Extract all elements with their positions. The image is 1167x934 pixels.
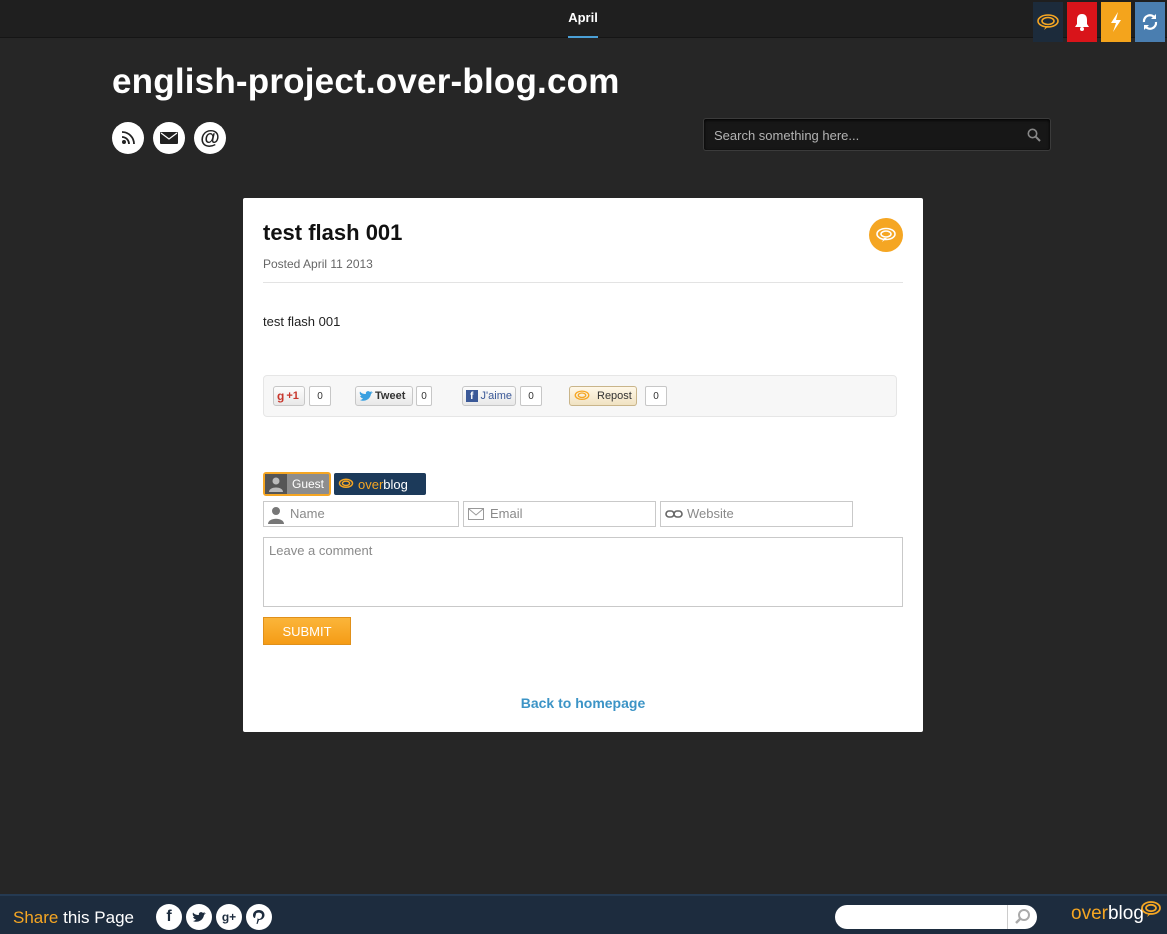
gplus-label: +1: [286, 390, 299, 402]
overblog-label-blog: blog: [383, 476, 408, 492]
at-button[interactable]: @: [194, 122, 226, 154]
twitter-icon: [359, 390, 373, 401]
search-input[interactable]: [714, 126, 1014, 144]
tweet-count: 0: [416, 386, 432, 406]
at-icon: @: [200, 127, 220, 149]
sync-icon: [1142, 14, 1158, 30]
gplus-icon: g+: [221, 910, 237, 924]
email-field: [463, 501, 656, 527]
facebook-like-label: J'aime: [480, 390, 512, 402]
post-body: test flash 001: [263, 314, 341, 329]
facebook-icon: f: [166, 908, 172, 925]
footer-search-input[interactable]: [845, 909, 1005, 923]
gplus-icon: g: [277, 389, 285, 403]
nav-item-april[interactable]: April: [568, 0, 598, 38]
logo-over: over: [1071, 903, 1108, 924]
overblog-icon: [1141, 901, 1161, 917]
submit-button[interactable]: SUBMIT: [263, 617, 351, 645]
footer-twitter-button[interactable]: [186, 904, 212, 930]
gplus-count: 0: [309, 386, 331, 406]
repost-label: Repost: [597, 390, 632, 402]
website-field: [660, 501, 853, 527]
facebook-like-button[interactable]: f J'aime: [462, 386, 516, 406]
top-nav: April: [0, 0, 1167, 42]
facebook-icon: f: [466, 390, 478, 402]
comment-textarea[interactable]: [263, 537, 903, 607]
rss-icon: [121, 131, 135, 145]
name-input[interactable]: [290, 506, 450, 521]
footer-facebook-button[interactable]: f: [156, 904, 182, 930]
overblog-icon: [876, 227, 896, 242]
overblog-logo[interactable]: overblog: [1071, 903, 1144, 925]
share-page-text: Share this Page: [13, 908, 134, 928]
mail-icon: [160, 132, 178, 144]
facebook-like-count: 0: [520, 386, 542, 406]
bell-icon: [1075, 14, 1089, 31]
sync-button[interactable]: [1135, 2, 1165, 42]
tweet-button[interactable]: Tweet: [355, 386, 413, 406]
mail-icon: [468, 508, 484, 520]
footer-gplus-button[interactable]: g+: [216, 904, 242, 930]
search-icon[interactable]: [1007, 905, 1037, 929]
overblog-button[interactable]: [1033, 2, 1063, 42]
overblog-icon: [1037, 14, 1059, 30]
flash-button[interactable]: [1101, 2, 1131, 42]
post-date: Posted April 11 2013: [263, 257, 373, 271]
search-box: [703, 118, 1051, 151]
flash-icon: [1111, 12, 1121, 32]
footer-bar: Share this Page f g+ overblog: [0, 894, 1167, 934]
repost-count: 0: [645, 386, 667, 406]
back-to-homepage-link[interactable]: Back to homepage: [243, 695, 923, 711]
post-title[interactable]: test flash 001: [263, 220, 402, 246]
overblog-badge[interactable]: [869, 218, 903, 252]
name-field: [263, 501, 459, 527]
footer-pinterest-button[interactable]: [246, 904, 272, 930]
post-card: test flash 001 Posted April 11 2013 test…: [243, 198, 923, 732]
tweet-label: Tweet: [375, 390, 406, 402]
mail-button[interactable]: [153, 122, 185, 154]
guest-label: Guest: [292, 477, 325, 491]
link-icon: [665, 510, 683, 518]
overblog-label-over: over: [358, 476, 384, 492]
website-input[interactable]: [687, 506, 847, 521]
rss-button[interactable]: [112, 122, 144, 154]
overblog-icon: [338, 478, 354, 488]
share-rest: this Page: [58, 908, 134, 927]
email-input[interactable]: [490, 506, 650, 521]
logo-blog: blog: [1107, 903, 1144, 924]
gplus-button[interactable]: g +1: [273, 386, 305, 406]
search-icon[interactable]: [1027, 128, 1041, 142]
guest-login-tab[interactable]: Guest: [263, 472, 331, 496]
user-icon: [268, 507, 284, 524]
twitter-icon: [192, 911, 206, 922]
overblog-login-tab[interactable]: over blog: [334, 473, 426, 495]
notifications-button[interactable]: [1067, 2, 1097, 42]
share-highlight: Share: [13, 908, 59, 927]
footer-search: [835, 905, 1037, 929]
pinterest-icon: [253, 910, 265, 924]
repost-button[interactable]: Repost: [569, 386, 637, 406]
post-divider: [263, 282, 903, 283]
user-icon: [265, 474, 287, 494]
site-title[interactable]: english-project.over-blog.com: [112, 62, 620, 102]
overblog-icon: [574, 390, 590, 401]
share-bar: g +1 0 Tweet 0 f J'aime 0 Repost 0: [263, 375, 897, 417]
